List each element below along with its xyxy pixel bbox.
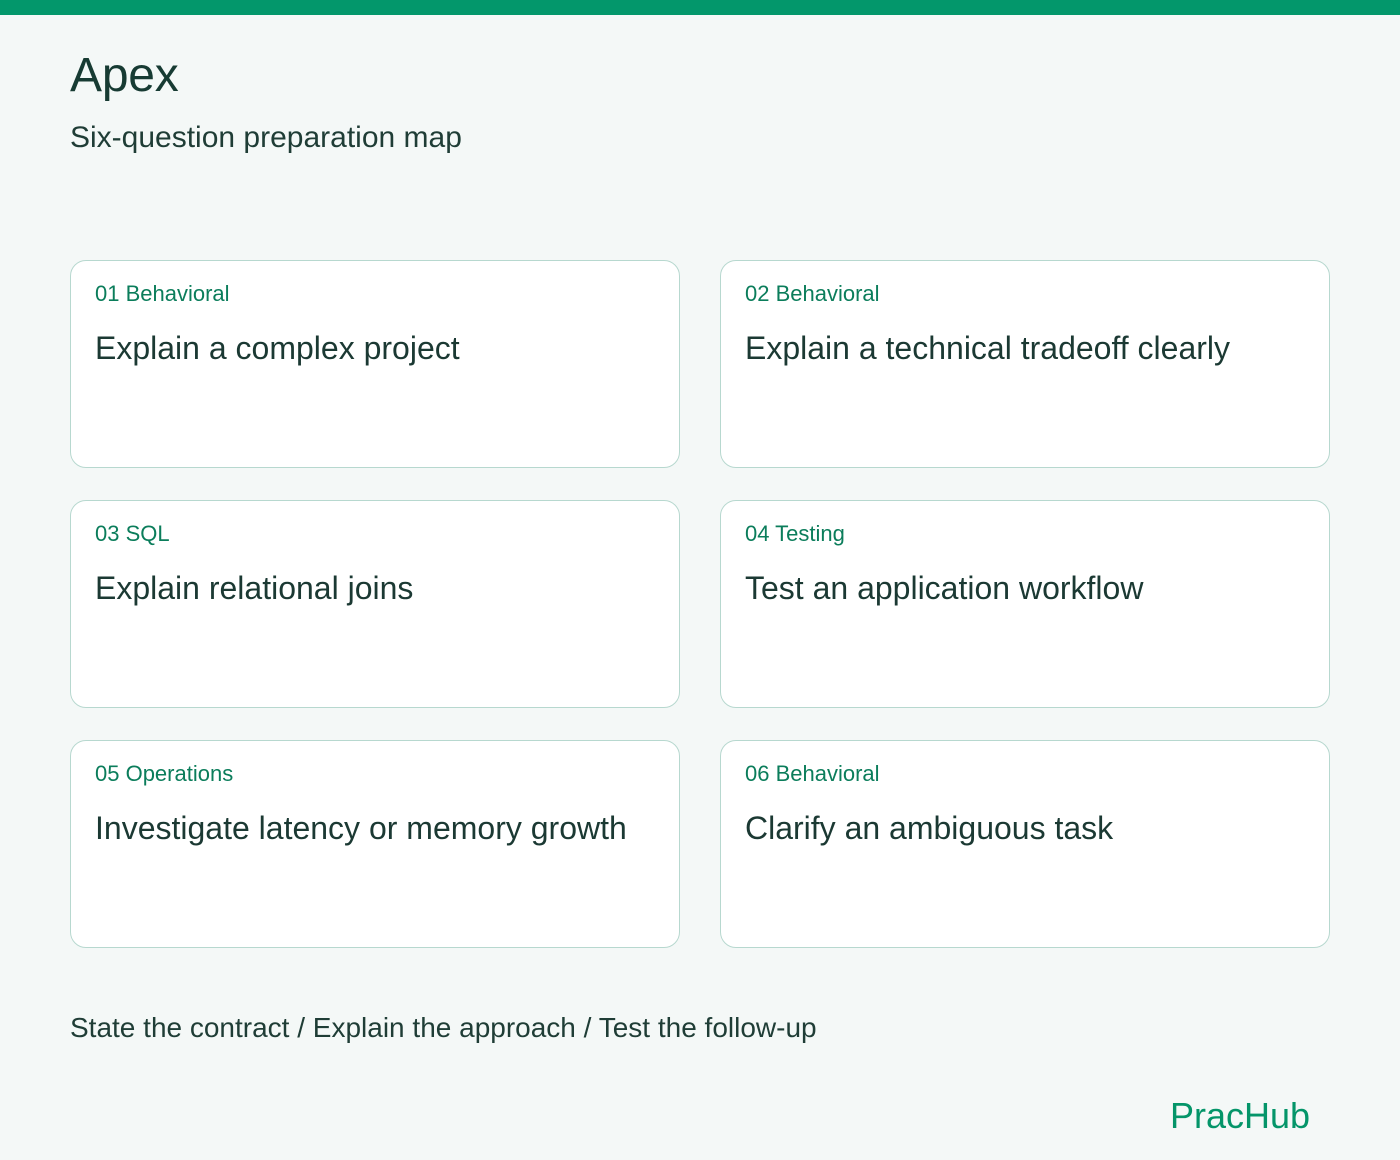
question-card-title: Explain a complex project bbox=[95, 330, 460, 366]
question-card-title: Test an application workflow bbox=[745, 570, 1144, 606]
question-card-01[interactable]: 01 Behavioral Explain a complex project bbox=[70, 260, 680, 468]
approach-footer-note: State the contract / Explain the approac… bbox=[70, 1012, 817, 1043]
page-title: Apex bbox=[70, 49, 179, 102]
question-card-02[interactable]: 02 Behavioral Explain a technical tradeo… bbox=[720, 260, 1330, 468]
question-card-title: Explain a technical tradeoff clearly bbox=[745, 330, 1231, 366]
question-card-title: Investigate latency or memory growth bbox=[95, 810, 627, 846]
question-card-grid: 01 Behavioral Explain a complex project … bbox=[70, 260, 1330, 948]
page-subtitle: Six-question preparation map bbox=[70, 121, 462, 154]
question-card-label: 06 Behavioral bbox=[745, 761, 880, 786]
question-card-label: 03 SQL bbox=[95, 521, 170, 546]
brand-logo: PracHub bbox=[1170, 1095, 1311, 1136]
question-card-title: Clarify an ambiguous task bbox=[745, 810, 1114, 846]
question-card-03[interactable]: 03 SQL Explain relational joins bbox=[70, 500, 680, 708]
top-accent-bar bbox=[0, 0, 1400, 15]
question-card-label: 04 Testing bbox=[745, 521, 845, 546]
question-card-label: 05 Operations bbox=[95, 761, 234, 786]
question-card-label: 01 Behavioral bbox=[95, 281, 230, 306]
question-card-05[interactable]: 05 Operations Investigate latency or mem… bbox=[70, 740, 680, 948]
question-card-04[interactable]: 04 Testing Test an application workflow bbox=[720, 500, 1330, 708]
question-card-label: 02 Behavioral bbox=[745, 281, 880, 306]
question-card-title: Explain relational joins bbox=[95, 570, 414, 606]
question-card-06[interactable]: 06 Behavioral Clarify an ambiguous task bbox=[720, 740, 1330, 948]
